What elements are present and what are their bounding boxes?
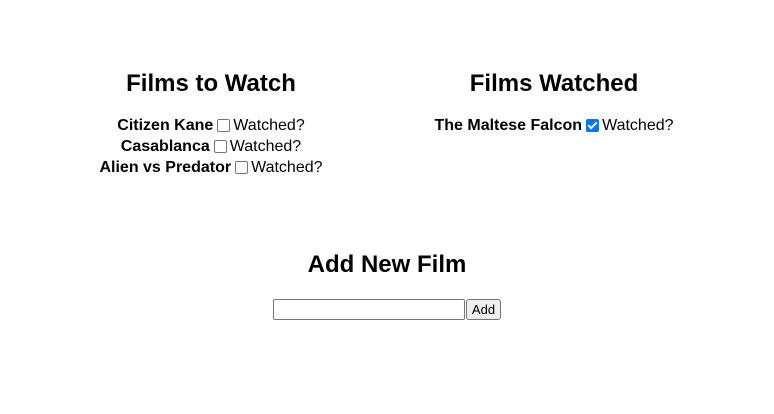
- list-item: Citizen Kane Watched?: [48, 115, 374, 136]
- watched-checkbox[interactable]: [213, 140, 227, 153]
- list-item: Casablanca Watched?: [48, 136, 374, 157]
- watched-label[interactable]: Watched?: [602, 117, 673, 134]
- film-title: The Maltese Falcon: [434, 117, 583, 134]
- add-film-form: Add: [0, 299, 774, 322]
- films-to-watch-section: Films to Watch Citizen Kane Watched? Casa…: [48, 68, 374, 178]
- watched-label[interactable]: Watched?: [233, 117, 304, 134]
- films-watched-list: The Maltese Falcon Watched?: [392, 115, 716, 136]
- films-watched-heading: Films Watched: [469, 70, 639, 97]
- film-title: Casablanca: [120, 138, 210, 155]
- film-title: Citizen Kane: [117, 117, 214, 134]
- watched-checkbox[interactable]: [217, 119, 231, 132]
- watched-checkbox[interactable]: [586, 119, 600, 132]
- film-tracker-page: Films to Watch Citizen Kane Watched? Casa…: [0, 0, 774, 414]
- watched-checkbox[interactable]: [235, 161, 249, 174]
- add-film-section: Add New Film Add: [0, 249, 774, 322]
- films-to-watch-heading: Films to Watch: [126, 70, 296, 97]
- list-item: The Maltese Falcon Watched?: [392, 115, 716, 136]
- watched-label[interactable]: Watched?: [230, 138, 301, 155]
- films-watched-section: Films Watched The Maltese Falcon Watched?: [392, 68, 716, 136]
- list-item: Alien vs Predator Watched?: [48, 157, 374, 178]
- films-to-watch-list: Citizen Kane Watched? Casablanca Watched? …: [48, 115, 374, 178]
- film-title: Alien vs Predator: [99, 159, 232, 176]
- add-film-heading: Add New Film: [307, 251, 467, 278]
- watched-label[interactable]: Watched?: [251, 159, 322, 176]
- film-title-input[interactable]: [272, 299, 465, 320]
- add-film-button[interactable]: Add: [465, 299, 502, 320]
